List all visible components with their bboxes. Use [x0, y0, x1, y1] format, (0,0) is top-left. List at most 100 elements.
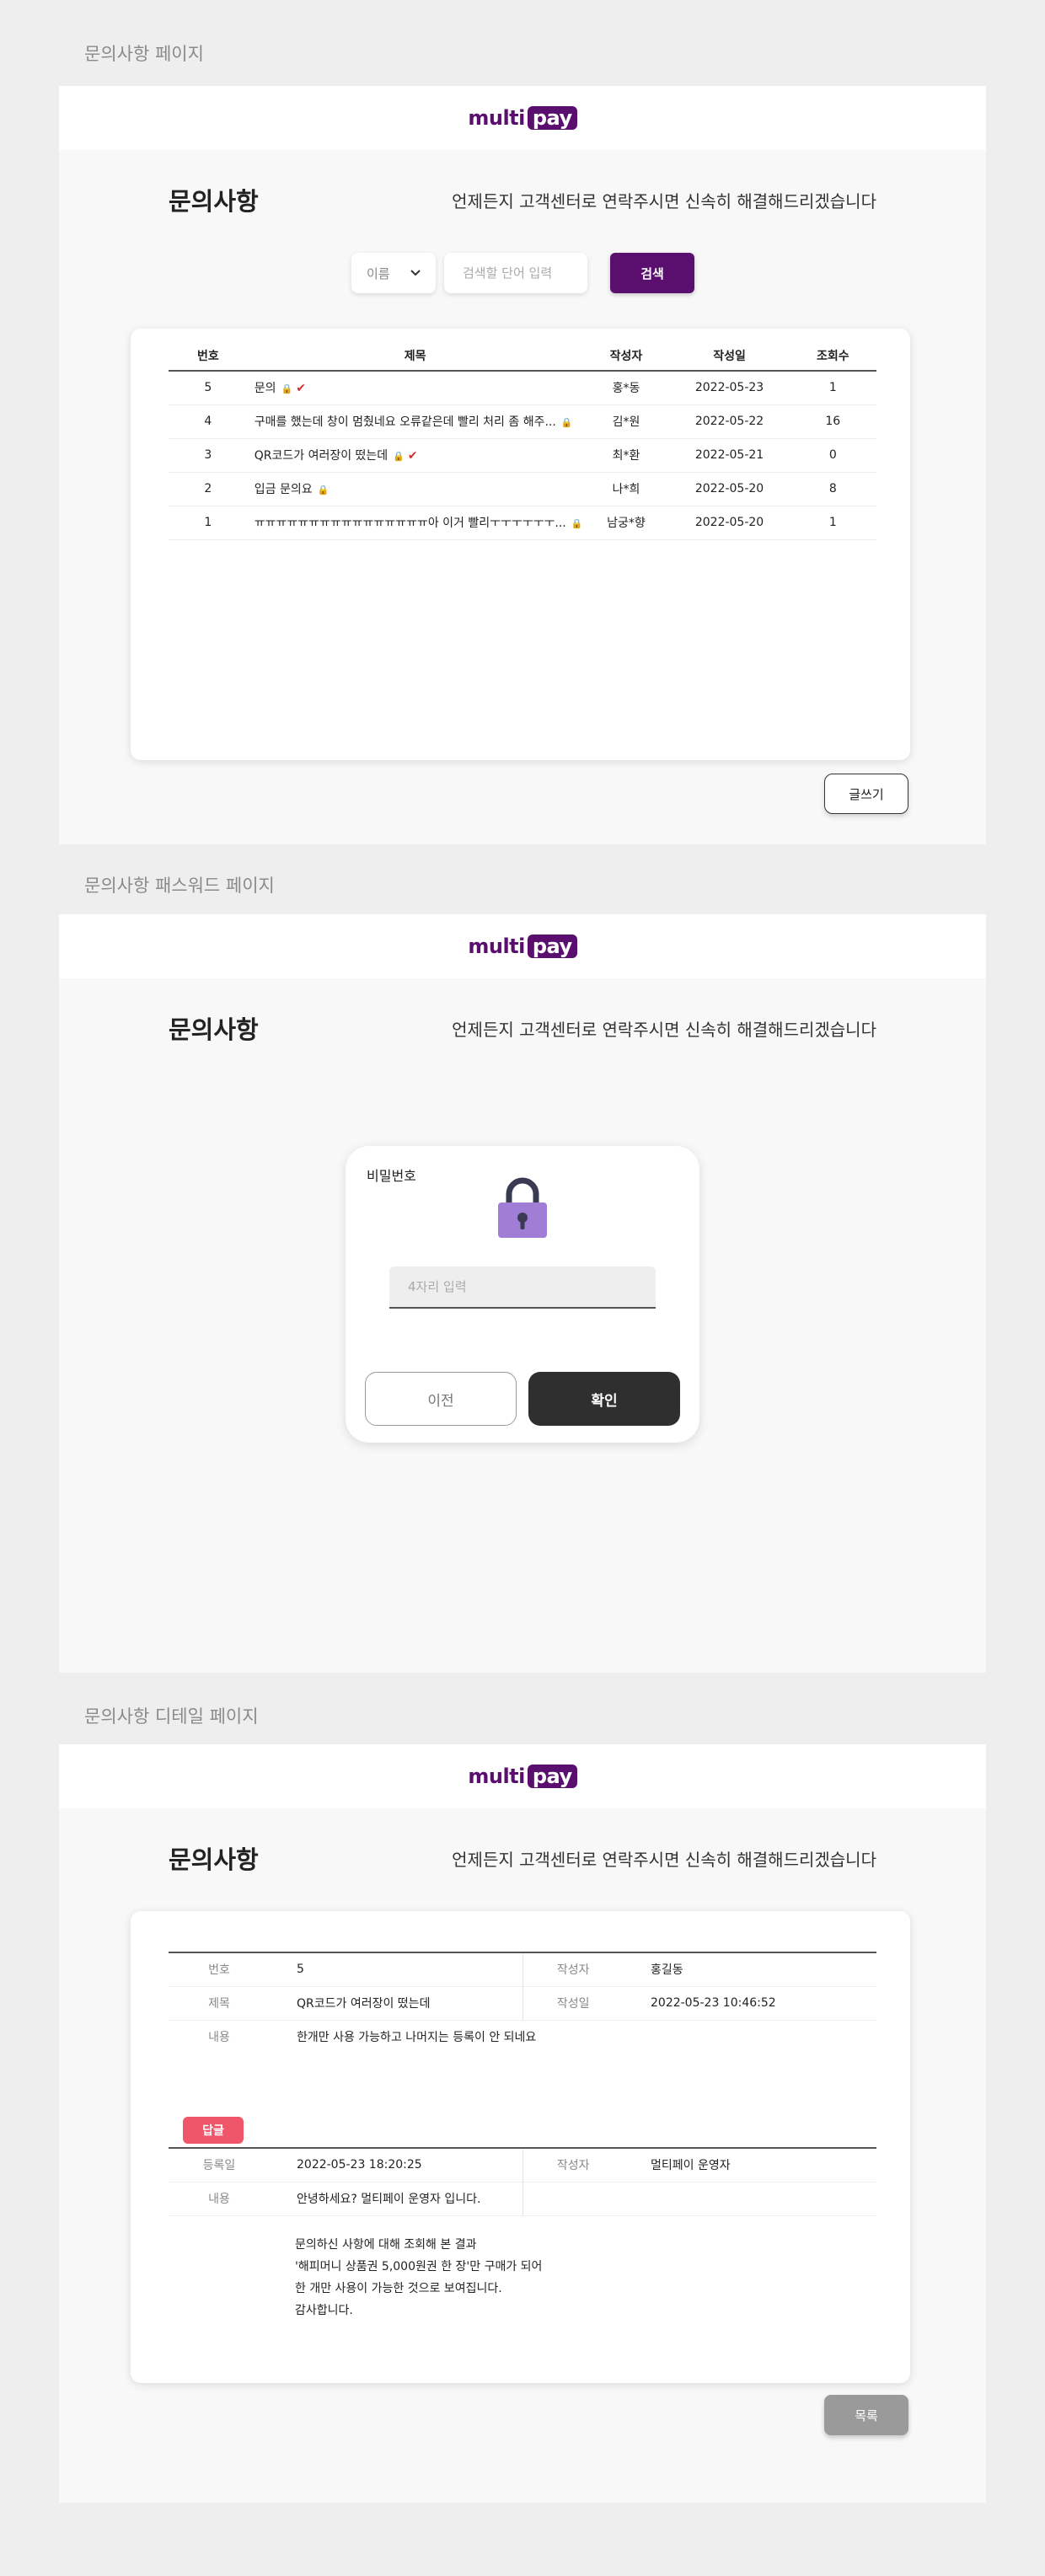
row-views: 16	[789, 404, 876, 439]
row-views-text: 0	[828, 448, 837, 462]
password-label: 비밀번호	[367, 1168, 416, 1184]
write-button[interactable]: 글쓰기	[824, 774, 908, 814]
row-views-text: 16	[825, 415, 841, 428]
row-author-text: 나*희	[612, 483, 640, 496]
reply-body-line: 한 개만 사용이 가능한 것으로 보여집니다.	[295, 2282, 502, 2295]
table-header-row: 번호 제목 작성자 작성일 조회수	[169, 340, 876, 372]
column-header-title: 제목	[247, 340, 583, 372]
row-date-text: 2022-05-21	[694, 448, 764, 462]
lock-icon: 🔒	[281, 383, 293, 395]
search-type-value: 이름	[367, 265, 390, 281]
post-row-title: 제목 QR코드가 여러장이 떴는데 작성일 2022-05-23 10:46:5…	[169, 1986, 876, 2021]
row-title[interactable]: 입금 문의요 🔒	[247, 472, 583, 506]
reply-table: 등록일 2022-05-23 18:20:25 작성자 멀티페이 운영자 내용 …	[169, 2147, 876, 2216]
header: multi pay	[59, 86, 986, 150]
multipay-logo[interactable]: multi pay	[468, 1765, 577, 1788]
chevron-down-icon	[410, 270, 421, 276]
prev-button[interactable]: 이전	[365, 1372, 517, 1426]
post-no-value: 5	[270, 1952, 522, 1987]
post-author-value: 홍길동	[624, 1952, 876, 1987]
post-date-label: 작성일	[522, 1986, 624, 2021]
row-date: 2022-05-23	[669, 371, 790, 405]
post-row-no: 번호 5 작성자 홍길동	[169, 1952, 876, 1987]
row-date: 2022-05-22	[669, 404, 790, 439]
row-title-text: 입금 문의요	[254, 483, 313, 496]
search-type-select[interactable]: 이름	[351, 253, 436, 293]
list-page-frame: multi pay 문의사항 언제든지 고객센터로 연락주시면 신속히 해결해드리…	[59, 86, 986, 844]
confirm-button[interactable]: 확인	[528, 1372, 680, 1426]
row-author: 김*원	[582, 404, 670, 439]
row-title[interactable]: 구매를 했는데 창이 멈췄네요 오류같은데 빨리 처리 좀 해주... 🔒	[247, 404, 583, 439]
multipay-logo[interactable]: multi pay	[468, 935, 577, 958]
post-author-label: 작성자	[522, 1952, 624, 1987]
row-title[interactable]: ㅠㅠㅠㅠㅠㅠㅠㅠㅠㅠㅠㅠㅠㅠㅠㅠ아 이거 빨리ㅜㅜㅜㅜㅜㅜ... 🔒	[247, 506, 583, 540]
reply-badge: 답글	[183, 2117, 244, 2144]
search-input[interactable]	[444, 253, 587, 293]
table-row[interactable]: 1 ㅠㅠㅠㅠㅠㅠㅠㅠㅠㅠㅠㅠㅠㅠㅠㅠ아 이거 빨리ㅜㅜㅜㅜㅜㅜ... 🔒 남궁*향 20…	[169, 506, 876, 540]
row-date: 2022-05-21	[669, 438, 790, 473]
list-button[interactable]: 목록	[824, 2395, 908, 2435]
row-no: 5	[169, 371, 248, 405]
table-row[interactable]: 2 입금 문의요 🔒 나*희 2022-05-20 8	[169, 472, 876, 506]
row-title-text: 문의	[254, 382, 276, 396]
reply-body-line: 문의하신 사항에 대해 조회해 본 결과	[295, 2238, 477, 2252]
row-views-text: 8	[828, 482, 837, 495]
post-no-label: 번호	[169, 1952, 270, 1987]
row-date-text: 2022-05-22	[694, 415, 764, 428]
reply-date-value: 2022-05-23 18:20:25	[270, 2148, 522, 2182]
row-date: 2022-05-20	[669, 506, 790, 540]
password-dialog: 비밀번호 이전 확인	[346, 1146, 699, 1443]
row-author-text: 남궁*향	[607, 517, 646, 530]
checkmark-icon: ✔	[407, 449, 418, 463]
password-page-frame: multi pay 문의사항 언제든지 고객센터로 연락주시면 신속히 해결해드리…	[59, 914, 986, 1673]
page-subtitle: 언제든지 고객센터로 연락주시면 신속히 해결해드리겠습니다	[452, 191, 876, 212]
row-no: 3	[169, 438, 248, 473]
post-content-value: 한개만 사용 가능하고 나머지는 등록이 안 되네요	[297, 2031, 537, 2045]
reply-greeting: 안녕하세요? 멀티페이 운영자 입니다.	[270, 2182, 522, 2216]
section-caption-detail: 문의사항 디테일 페이지	[84, 1706, 259, 1727]
row-author: 홍*동	[582, 371, 670, 405]
row-author: 최*환	[582, 438, 670, 473]
table-row[interactable]: 3 QR코드가 여러장이 떴는데 🔒 ✔ 최*환 2022-05-21 0	[169, 438, 876, 473]
reply-date-label: 등록일	[169, 2148, 270, 2182]
row-no: 4	[169, 404, 248, 439]
post-row-content: 내용 한개만 사용 가능하고 나머지는 등록이 안 되네요	[169, 2020, 876, 2054]
multipay-logo[interactable]: multi pay	[468, 106, 577, 130]
row-no-text: 2	[204, 482, 212, 495]
section-caption-password: 문의사항 패스워드 페이지	[84, 876, 275, 896]
table-row[interactable]: 4 구매를 했는데 창이 멈췄네요 오류같은데 빨리 처리 좀 해주... 🔒 김*원…	[169, 404, 876, 439]
column-header-date: 작성일	[669, 340, 790, 372]
page-title: 문의사항	[169, 1845, 259, 1874]
table-row[interactable]: 5 문의 🔒 ✔ 홍*동 2022-05-23 1	[169, 371, 876, 405]
row-no-text: 4	[204, 415, 212, 428]
row-author: 나*희	[582, 472, 670, 506]
reply-content-label: 내용	[169, 2182, 270, 2216]
row-title-text: QR코드가 여러장이 떴는데	[254, 449, 389, 463]
row-no-text: 1	[204, 516, 212, 529]
row-date: 2022-05-20	[669, 472, 790, 506]
lock-icon: 🔒	[317, 485, 330, 495]
row-author-text: 홍*동	[612, 382, 640, 396]
post-table: 번호 5 작성자 홍길동 제목 QR코드가 여러장이 떴는데 작성일 2022-…	[169, 1952, 876, 2054]
row-views: 8	[789, 472, 876, 506]
row-views: 1	[789, 371, 876, 405]
reply-row-meta: 등록일 2022-05-23 18:20:25 작성자 멀티페이 운영자	[169, 2148, 876, 2182]
row-title[interactable]: QR코드가 여러장이 떴는데 🔒 ✔	[247, 438, 583, 473]
password-input[interactable]	[389, 1267, 656, 1309]
post-title-value: QR코드가 여러장이 떴는데	[270, 1986, 522, 2021]
reply-author-value: 멀티페이 운영자	[624, 2148, 876, 2182]
reply-author-label: 작성자	[522, 2148, 624, 2182]
column-header-no: 번호	[169, 340, 248, 372]
row-views: 0	[789, 438, 876, 473]
header: multi pay	[59, 914, 986, 978]
row-date-text: 2022-05-20	[694, 516, 764, 529]
detail-page-frame: multi pay 문의사항 언제든지 고객센터로 연락주시면 신속히 해결해드리…	[59, 1744, 986, 2503]
inquiry-detail-card: 번호 5 작성자 홍길동 제목 QR코드가 여러장이 떴는데 작성일 2022-…	[131, 1911, 910, 2383]
reply-body-line: 감사합니다.	[295, 2304, 353, 2317]
search-button[interactable]: 검색	[610, 253, 694, 293]
row-no-text: 3	[204, 448, 212, 462]
post-title-label: 제목	[169, 1986, 270, 2021]
page-subtitle: 언제든지 고객센터로 연락주시면 신속히 해결해드리겠습니다	[452, 1850, 876, 1870]
lock-icon: 🔒	[571, 518, 583, 529]
row-title[interactable]: 문의 🔒 ✔	[247, 371, 583, 405]
